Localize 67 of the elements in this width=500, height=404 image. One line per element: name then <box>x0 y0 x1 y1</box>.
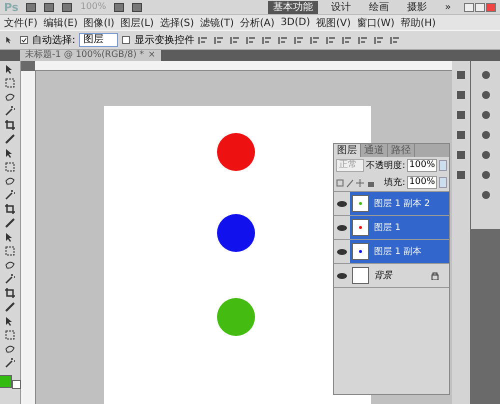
fill-label: 填充: <box>384 176 406 189</box>
opacity-slider-button[interactable] <box>439 160 447 171</box>
eye-icon[interactable] <box>336 198 348 208</box>
layer-row[interactable]: 背景 <box>350 264 449 287</box>
panel-icon[interactable] <box>480 189 492 201</box>
layer-thumbnail <box>352 267 369 284</box>
workspace-tab[interactable]: 基本功能 <box>268 0 318 14</box>
layer-row[interactable]: 图层 1 副本 <box>350 240 449 263</box>
panel-icon[interactable] <box>480 129 492 141</box>
menu-item[interactable]: 图层(L) <box>119 16 155 30</box>
opacity-label: 不透明度: <box>366 160 406 172</box>
auto-select-checkbox[interactable] <box>20 36 28 44</box>
workspace-tab[interactable]: 摄影 <box>402 0 432 14</box>
panel-tab[interactable]: 图层 <box>334 144 361 157</box>
menu-item[interactable]: 帮助(H) <box>400 16 437 30</box>
marquee-tool-icon[interactable] <box>4 77 16 89</box>
panel-icon[interactable] <box>455 69 467 81</box>
panel-icon[interactable] <box>480 89 492 101</box>
layer-row[interactable]: 图层 1 <box>350 216 449 239</box>
eye-icon[interactable] <box>336 270 348 280</box>
eye-icon[interactable] <box>336 222 348 232</box>
mini-bridge-icon[interactable] <box>44 2 54 12</box>
view-extras-icon[interactable] <box>62 2 72 12</box>
target-dropdown[interactable]: 图层 <box>79 33 118 47</box>
screen-mode-icon[interactable] <box>132 2 142 12</box>
opacity-field[interactable]: 100% <box>407 159 437 172</box>
close-button[interactable] <box>486 2 496 12</box>
eye-icon[interactable] <box>336 246 348 256</box>
app-logo: Ps <box>4 0 18 14</box>
workspace-tab[interactable]: 设计 <box>326 0 356 14</box>
lock-icons-drawing[interactable] <box>336 178 376 188</box>
panel-icon[interactable] <box>480 109 492 121</box>
menu-item[interactable]: 文件(F) <box>3 16 39 30</box>
more-workspaces[interactable]: » <box>440 0 456 14</box>
auto-select-label: 自动选择: <box>32 34 76 47</box>
document-tab[interactable]: 未标题-1 @ 100%(RGB/8) * × <box>20 50 161 61</box>
show-transform-label: 显示变换控件 <box>134 34 194 47</box>
panel-icon[interactable] <box>455 89 467 101</box>
show-transform-checkbox[interactable] <box>122 36 130 44</box>
foreground-swatch[interactable] <box>0 375 12 388</box>
menu-item[interactable]: 图像(I) <box>82 16 116 30</box>
panel-icon[interactable] <box>480 149 492 161</box>
bridge-icon[interactable] <box>26 2 36 12</box>
arrange-icon[interactable] <box>114 2 124 12</box>
workspace-tab[interactable]: 绘画 <box>364 0 394 14</box>
panel-icon[interactable] <box>480 69 492 81</box>
panel-icon[interactable] <box>455 129 467 141</box>
minimize-button[interactable] <box>464 2 474 12</box>
menu-item[interactable]: 编辑(E) <box>42 16 79 30</box>
panel-icon[interactable] <box>455 149 467 161</box>
lasso-tool-icon[interactable] <box>4 91 16 103</box>
menu-item[interactable]: 视图(V) <box>315 16 352 30</box>
menu-item[interactable]: 选择(S) <box>158 16 195 30</box>
crop-tool-icon[interactable] <box>4 119 16 131</box>
panel-icon[interactable] <box>480 169 492 181</box>
menu-item[interactable]: 窗口(W) <box>356 16 396 30</box>
menu-item[interactable]: 分析(A) <box>238 16 276 30</box>
maximize-button[interactable] <box>475 2 485 12</box>
layer-row[interactable]: 图层 1 副本 2 <box>350 192 449 215</box>
panel-icon[interactable] <box>455 109 467 121</box>
background-swatch[interactable] <box>12 380 21 389</box>
fill-field[interactable]: 100% <box>407 176 437 189</box>
wand-tool-icon[interactable] <box>4 105 16 117</box>
panel-icon[interactable] <box>455 169 467 181</box>
fill-slider-button[interactable] <box>439 177 447 188</box>
menu-item[interactable]: 3D(D) <box>280 17 312 28</box>
menu-item[interactable]: 滤镜(T) <box>198 16 235 30</box>
